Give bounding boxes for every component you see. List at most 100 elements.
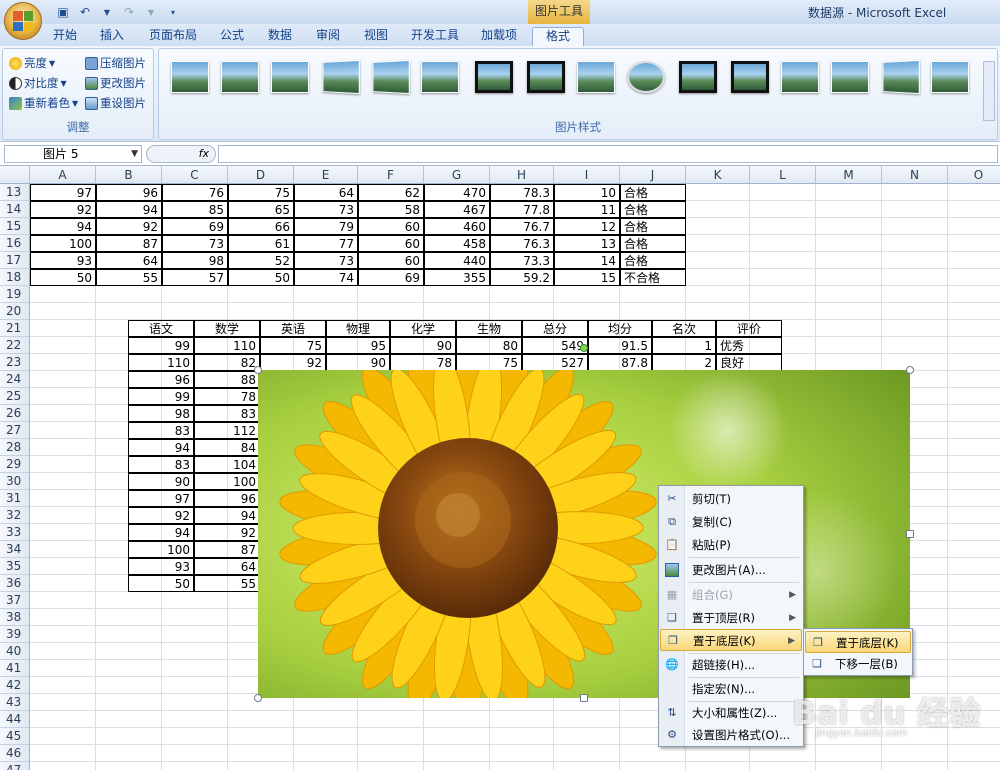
table-header-cell[interactable]: 化学 [390, 320, 456, 337]
table-cell[interactable]: 优秀 [716, 337, 782, 354]
menu-item-bring-to-front[interactable]: ❏ 置于顶层(R) ▶ [660, 607, 802, 629]
column-header[interactable]: E [294, 166, 358, 184]
picture-style-11[interactable] [679, 61, 717, 93]
menu-item-group[interactable]: ▦ 组合(G) ▶ [660, 584, 802, 606]
table-cell[interactable]: 93 [30, 252, 96, 269]
row-header[interactable]: 46 [0, 745, 30, 762]
row-header[interactable]: 40 [0, 643, 30, 660]
table-cell[interactable]: 92 [128, 507, 194, 524]
name-box-dropdown-icon[interactable]: ▼ [131, 146, 138, 162]
column-header[interactable]: F [358, 166, 424, 184]
row-header[interactable]: 20 [0, 303, 30, 320]
resize-handle-tr[interactable] [906, 366, 914, 374]
table-header-cell[interactable]: 语文 [128, 320, 194, 337]
table-cell[interactable]: 98 [162, 252, 228, 269]
change-picture-button[interactable]: 更改图片 [85, 75, 146, 91]
row-header[interactable]: 29 [0, 456, 30, 473]
picture-style-7[interactable] [475, 61, 513, 93]
table-cell[interactable]: 良好 [716, 354, 782, 371]
picture-style-10[interactable] [627, 61, 665, 93]
column-header[interactable]: I [554, 166, 620, 184]
row-header[interactable]: 24 [0, 371, 30, 388]
table-cell[interactable]: 87 [194, 541, 260, 558]
submenu-item-send-to-back[interactable]: ❐ 置于底层(K) [805, 631, 911, 653]
table-cell[interactable]: 88 [194, 371, 260, 388]
tab-developer[interactable]: 开发工具 [404, 27, 466, 46]
table-header-cell[interactable]: 评价 [716, 320, 782, 337]
table-cell[interactable]: 80 [456, 337, 522, 354]
table-cell[interactable]: 14 [554, 252, 620, 269]
worksheet-grid[interactable]: ABCDEFGHIJKLMNO 13 14 15 16 17 18 19 20 21 22 23 24… [0, 166, 1000, 770]
column-header[interactable]: K [686, 166, 750, 184]
picture-style-3[interactable] [271, 61, 309, 93]
table-cell[interactable]: 73 [294, 252, 358, 269]
row-header[interactable]: 39 [0, 626, 30, 643]
table-cell[interactable]: 77.8 [490, 201, 554, 218]
table-cell[interactable]: 79 [294, 218, 358, 235]
table-cell[interactable]: 50 [30, 269, 96, 286]
table-cell[interactable]: 96 [194, 490, 260, 507]
column-header[interactable]: J [620, 166, 686, 184]
recolor-button[interactable]: 重新着色 ▼ [9, 95, 78, 111]
contrast-button[interactable]: 对比度 ▼ [9, 75, 67, 91]
table-cell[interactable]: 合格 [620, 252, 686, 269]
table-cell[interactable]: 64 [194, 558, 260, 575]
table-cell[interactable]: 99 [128, 388, 194, 405]
table-cell[interactable]: 110 [128, 354, 194, 371]
table-cell[interactable]: 99 [128, 337, 194, 354]
table-cell[interactable]: 62 [358, 184, 424, 201]
table-cell[interactable]: 355 [424, 269, 490, 286]
menu-item-send-to-back[interactable]: ❐ 置于底层(K) ▶ [660, 629, 802, 651]
row-header[interactable]: 14 [0, 201, 30, 218]
row-header[interactable]: 37 [0, 592, 30, 609]
table-cell[interactable]: 92 [194, 524, 260, 541]
table-cell[interactable]: 69 [162, 218, 228, 235]
row-header[interactable]: 13 [0, 184, 30, 201]
select-all-corner[interactable] [0, 166, 30, 184]
picture-style-1[interactable] [171, 61, 209, 93]
customize-toolbar-icon[interactable]: ▾ [164, 4, 182, 20]
table-header-cell[interactable]: 总分 [522, 320, 588, 337]
redo-dropdown-icon[interactable]: ▼ [142, 4, 160, 20]
table-cell[interactable]: 82 [194, 354, 260, 371]
row-header[interactable]: 18 [0, 269, 30, 286]
redo-icon[interactable]: ↷ [120, 4, 138, 20]
table-cell[interactable]: 87.8 [588, 354, 652, 371]
formula-input[interactable] [218, 145, 998, 163]
table-cell[interactable]: 75 [456, 354, 522, 371]
table-cell[interactable]: 96 [128, 371, 194, 388]
undo-dropdown-icon[interactable]: ▼ [98, 4, 116, 20]
table-cell[interactable]: 74 [294, 269, 358, 286]
column-header[interactable]: H [490, 166, 554, 184]
resize-handle-bottom[interactable] [580, 694, 588, 702]
table-cell[interactable]: 10 [554, 184, 620, 201]
table-cell[interactable]: 90 [390, 337, 456, 354]
tab-format[interactable]: 格式 [532, 27, 584, 46]
table-cell[interactable]: 50 [228, 269, 294, 286]
table-header-cell[interactable]: 名次 [652, 320, 716, 337]
tab-insert[interactable]: 插入 [90, 27, 134, 46]
table-cell[interactable]: 92 [30, 201, 96, 218]
table-cell[interactable]: 50 [128, 575, 194, 592]
table-cell[interactable]: 73 [294, 201, 358, 218]
submenu-item-send-backward[interactable]: ❏ 下移一层(B) [805, 653, 911, 675]
picture-style-8[interactable] [527, 61, 565, 93]
picture-style-5[interactable] [372, 59, 410, 95]
table-cell[interactable]: 合格 [620, 235, 686, 252]
picture-style-6[interactable] [421, 61, 459, 93]
table-header-cell[interactable]: 生物 [456, 320, 522, 337]
column-header[interactable]: N [882, 166, 948, 184]
table-cell[interactable]: 90 [326, 354, 390, 371]
table-cell[interactable]: 112 [194, 422, 260, 439]
table-cell[interactable]: 85 [162, 201, 228, 218]
table-cell[interactable]: 78.3 [490, 184, 554, 201]
table-cell[interactable]: 94 [128, 524, 194, 541]
row-header[interactable]: 15 [0, 218, 30, 235]
table-cell[interactable]: 78 [390, 354, 456, 371]
menu-item-change-picture[interactable]: 更改图片(A)... [660, 559, 802, 581]
reset-picture-button[interactable]: 重设图片 [85, 95, 146, 111]
row-header[interactable]: 43 [0, 694, 30, 711]
picture-style-4[interactable] [322, 59, 360, 95]
row-header[interactable]: 38 [0, 609, 30, 626]
table-cell[interactable]: 94 [128, 439, 194, 456]
